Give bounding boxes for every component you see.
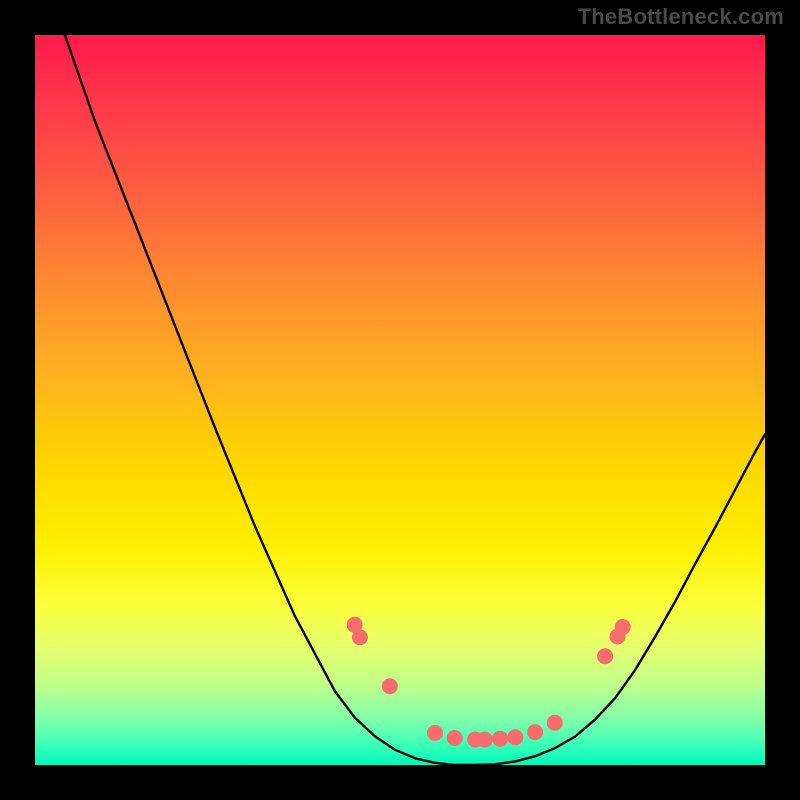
- curve-marker: [492, 731, 508, 747]
- curve-marker: [352, 629, 368, 645]
- curve-marker: [427, 725, 443, 741]
- curve-marker: [507, 729, 523, 745]
- curve-marker: [597, 648, 613, 664]
- curve-layer: [35, 35, 765, 765]
- chart-frame: TheBottleneck.com: [0, 0, 800, 800]
- bottleneck-curve: [65, 35, 765, 765]
- curve-marker: [447, 730, 463, 746]
- curve-marker: [477, 732, 493, 748]
- curve-marker: [382, 678, 398, 694]
- curve-marker: [615, 619, 631, 635]
- curve-markers: [347, 617, 631, 748]
- plot-area: [35, 35, 765, 765]
- curve-marker: [547, 715, 563, 731]
- curve-marker: [527, 724, 543, 740]
- watermark-text: TheBottleneck.com: [578, 4, 784, 30]
